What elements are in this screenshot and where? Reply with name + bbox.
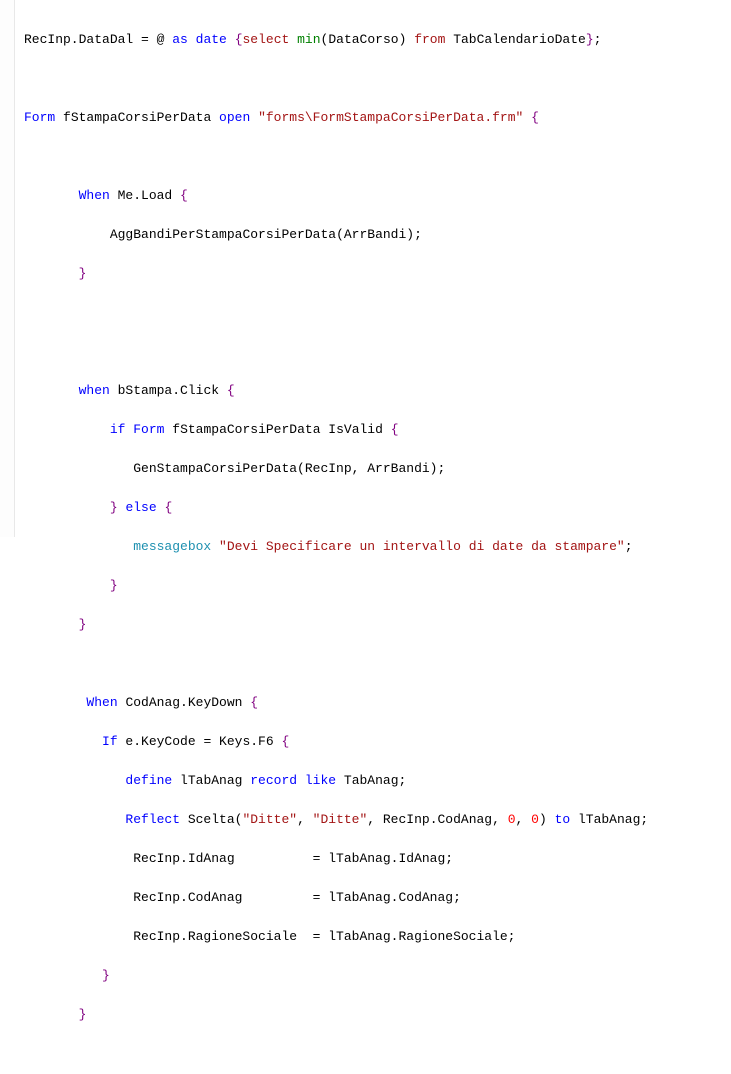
- line-gutter: [0, 0, 15, 537]
- code-line: } else {: [24, 498, 731, 518]
- code-line: }: [24, 264, 731, 284]
- code-editor[interactable]: RecInp.DataDal = @ as date {select min(D…: [0, 0, 731, 1074]
- code-line: if Form fStampaCorsiPerData IsValid {: [24, 420, 731, 440]
- code-line: when bStampa.Click {: [24, 381, 731, 401]
- code-line: }: [24, 576, 731, 596]
- code-line: }: [24, 1005, 731, 1025]
- code-line: }: [24, 615, 731, 635]
- blank-line: [24, 654, 731, 674]
- code-line: When Me.Load {: [24, 186, 731, 206]
- code-line: messagebox "Devi Specificare un interval…: [24, 537, 731, 557]
- code-line: RecInp.RagioneSociale = lTabAnag.Ragione…: [24, 927, 731, 947]
- code-line: RecInp.CodAnag = lTabAnag.CodAnag;: [24, 888, 731, 908]
- code-line: When CodAnag.KeyDown {: [24, 693, 731, 713]
- blank-line: [24, 303, 731, 323]
- blank-line: [24, 342, 731, 362]
- code-line: RecInp.DataDal = @ as date {select min(D…: [24, 30, 731, 50]
- code-line: If e.KeyCode = Keys.F6 {: [24, 732, 731, 752]
- code-line: GenStampaCorsiPerData(RecInp, ArrBandi);: [24, 459, 731, 479]
- code-line: }: [24, 966, 731, 986]
- code-line: RecInp.IdAnag = lTabAnag.IdAnag;: [24, 849, 731, 869]
- code-line: AggBandiPerStampaCorsiPerData(ArrBandi);: [24, 225, 731, 245]
- blank-line: [24, 147, 731, 167]
- blank-line: [24, 1044, 731, 1064]
- code-line: define lTabAnag record like TabAnag;: [24, 771, 731, 791]
- blank-line: [24, 69, 731, 89]
- code-line: Form fStampaCorsiPerData open "forms\For…: [24, 108, 731, 128]
- code-line: Reflect Scelta("Ditte", "Ditte", RecInp.…: [24, 810, 731, 830]
